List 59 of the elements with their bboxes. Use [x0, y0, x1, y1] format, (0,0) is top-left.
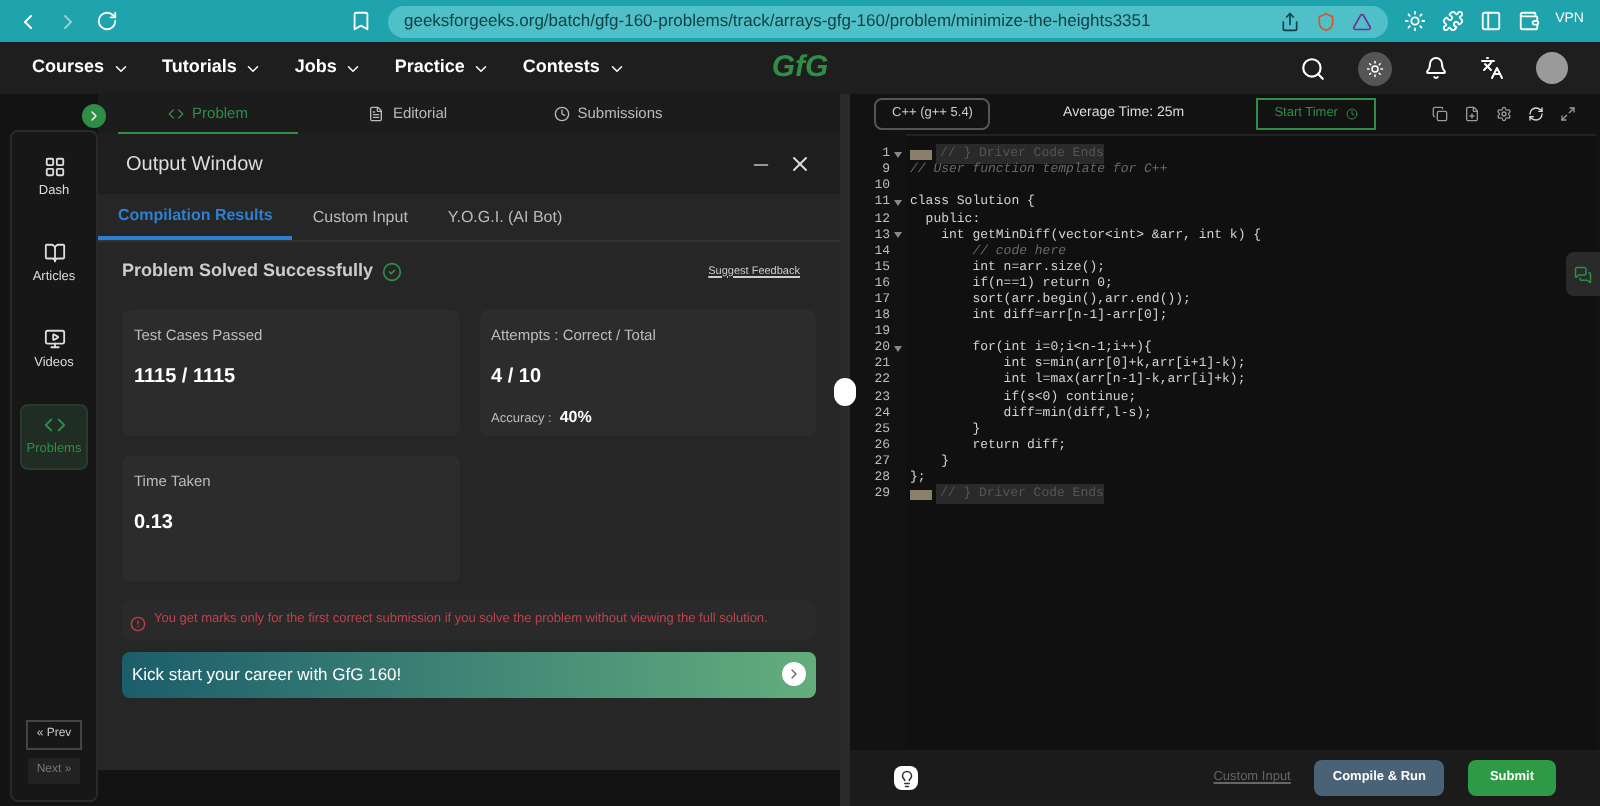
triangle-icon[interactable]	[1351, 11, 1372, 31]
nav-menu[interactable]: Practice	[394, 54, 491, 82]
problems-icon	[43, 414, 65, 437]
fold-arrow-icon[interactable]	[894, 232, 902, 239]
chat-icon	[1574, 265, 1592, 283]
sidebar-icon[interactable]	[1479, 10, 1502, 32]
avatar[interactable]	[1536, 52, 1568, 84]
fullscreen-icon[interactable]	[1559, 106, 1576, 122]
nav-menu[interactable]: Jobs	[294, 54, 363, 82]
url-text: geeksforgeeks.org/batch/gfg-160-problems/track/arrays-gfg-160/problem/minimize-the-heights3351	[404, 8, 1153, 34]
chevron-right-icon	[86, 108, 102, 124]
sun-icon	[1366, 59, 1384, 77]
output-tab[interactable]: Compilation Results	[98, 194, 293, 240]
bulb-button[interactable]	[894, 766, 918, 790]
bookmark-icon[interactable]	[350, 10, 372, 32]
reload-icon[interactable]	[96, 10, 118, 32]
nav-menu[interactable]: Contests	[522, 54, 626, 82]
output-tab[interactable]: Custom Input	[292, 194, 428, 240]
videos-icon	[43, 327, 65, 349]
nav-menu[interactable]: Courses	[32, 54, 131, 82]
stat-value: 1115 / 1115	[134, 363, 238, 392]
output-tab[interactable]: Y.O.G.I. (AI Bot)	[427, 194, 583, 240]
career-banner[interactable]: Kick start your career with GfG 160!	[122, 651, 816, 697]
file-icon[interactable]	[1463, 106, 1480, 122]
dash-icon	[43, 156, 65, 178]
window-title: Output Window	[126, 151, 265, 179]
wallet-icon[interactable]	[1517, 10, 1540, 32]
fold-arrow-icon[interactable]	[894, 345, 902, 352]
accuracy-value: 40%	[559, 405, 592, 430]
articles-icon	[43, 241, 65, 264]
bell-icon[interactable]	[1424, 56, 1448, 80]
fold-placeholder[interactable]	[910, 489, 932, 500]
search-icon[interactable]	[1300, 55, 1326, 81]
translate-icon[interactable]	[1480, 56, 1504, 80]
check-icon	[381, 261, 402, 282]
settings-icon[interactable]	[1495, 106, 1512, 122]
stat-value: 0.13	[134, 509, 175, 538]
lightbulb-icon	[897, 769, 915, 787]
share-icon[interactable]	[1279, 11, 1300, 31]
fold-arrow-icon[interactable]	[894, 151, 902, 158]
chat-button[interactable]	[1566, 252, 1600, 296]
nav-menu[interactable]: Tutorials	[162, 54, 263, 82]
theme-toggle[interactable]	[1358, 51, 1392, 85]
site-logo[interactable]: GfG	[771, 45, 829, 91]
reset-icon[interactable]	[1527, 106, 1544, 122]
puzzle-icon[interactable]	[1441, 10, 1464, 32]
code-icon	[168, 105, 185, 121]
doc-icon	[368, 106, 385, 122]
status-text: Problem Solved Successfully	[122, 258, 374, 284]
expand-handle[interactable]	[82, 104, 106, 128]
clock-icon	[553, 106, 570, 122]
stat-value: 4 / 10	[491, 363, 544, 392]
info-icon	[130, 615, 146, 631]
fold-arrow-icon[interactable]	[894, 199, 902, 206]
fold-placeholder[interactable]	[910, 149, 932, 160]
copy-icon[interactable]	[1431, 106, 1448, 122]
close-icon[interactable]	[788, 152, 812, 176]
clock-icon	[1345, 108, 1358, 120]
address-bar[interactable]: geeksforgeeks.org/batch/gfg-160-problems/track/arrays-gfg-160/problem/minimize-the-heights3351	[388, 5, 1388, 37]
